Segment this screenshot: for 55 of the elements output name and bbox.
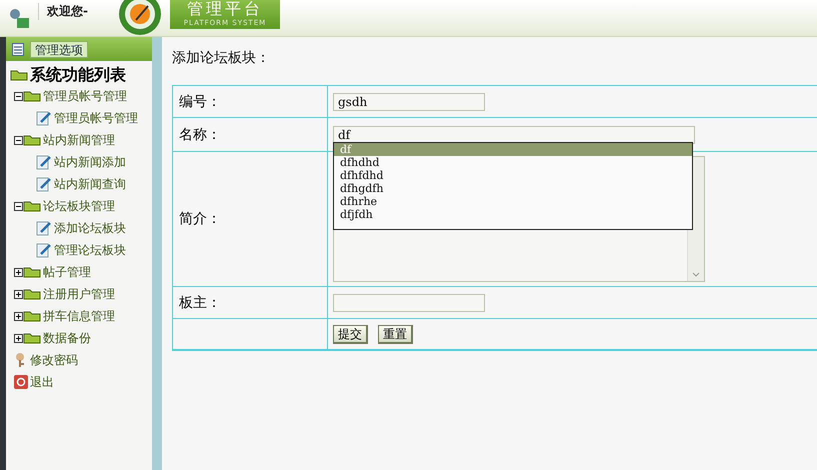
submit-button[interactable]: 提交 (333, 324, 368, 344)
tree-item[interactable]: 管理论坛板块 (54, 242, 126, 258)
collapse-icon[interactable] (14, 136, 23, 144)
tree-item[interactable]: 拼车信息管理 (43, 308, 115, 324)
text-field[interactable] (333, 294, 485, 312)
folder-icon (23, 200, 41, 212)
welcome-text: 欢迎您- (38, 2, 88, 20)
folder-icon (23, 332, 41, 344)
tree-item[interactable]: 站内新闻添加 (54, 154, 126, 170)
field-label: 编号： (179, 92, 221, 110)
expand-icon[interactable] (14, 268, 23, 276)
folder-icon (23, 288, 41, 300)
field-label: 名称： (179, 126, 221, 144)
expand-icon[interactable] (14, 290, 23, 298)
pencil-page-icon (36, 110, 52, 126)
logo-title: 管理平台 (186, 0, 263, 19)
tree-item[interactable]: 退出 (30, 374, 54, 390)
suggestion-item[interactable]: dfhgdfh (334, 182, 692, 195)
reset-button[interactable]: 重置 (378, 324, 413, 344)
tree-title: 系统功能列表 (30, 64, 126, 86)
options-button[interactable]: 管理选项 (30, 40, 88, 58)
expand-icon[interactable] (14, 312, 23, 320)
tree-item[interactable]: 站内新闻查询 (54, 176, 126, 192)
tree-item[interactable]: 修改密码 (30, 352, 78, 368)
text-field[interactable]: gsdh (333, 92, 485, 110)
folder-icon (23, 266, 41, 278)
tree-item[interactable]: 帖子管理 (43, 264, 91, 280)
text-field[interactable]: df (333, 126, 695, 144)
folder-icon (23, 134, 41, 146)
tree-item[interactable]: 管理员帐号管理 (43, 88, 127, 104)
suggestion-item[interactable]: dfhrhe (334, 195, 692, 208)
tree-item[interactable]: 管理员帐号管理 (54, 110, 138, 126)
tree-item[interactable]: 添加论坛板块 (54, 220, 126, 236)
tree-item[interactable]: 站内新闻管理 (43, 132, 115, 148)
tree-item[interactable]: 数据备份 (43, 330, 91, 346)
folder-icon (23, 90, 41, 102)
expand-icon[interactable] (14, 334, 23, 342)
pencil-page-icon (36, 220, 52, 236)
pencil-page-icon (36, 176, 52, 192)
logo-icon (118, 0, 162, 36)
folder-icon (23, 310, 41, 322)
suggestion-item[interactable]: dfhdhd (334, 156, 692, 169)
tree-item[interactable]: 注册用户管理 (43, 286, 115, 302)
power-icon (14, 375, 28, 389)
folder-icon (10, 69, 28, 81)
tree-item[interactable]: 论坛板块管理 (43, 198, 115, 214)
pencil-page-icon (36, 154, 52, 170)
pencil-page-icon (36, 242, 52, 258)
page-title: 添加论坛板块： (172, 49, 271, 68)
field-label: 简介： (179, 210, 221, 228)
collapse-icon[interactable] (14, 202, 23, 210)
field-label: 板主： (179, 294, 221, 312)
suggestion-item[interactable]: dfhfdhd (334, 169, 692, 182)
suggestion-item[interactable]: dfjfdh (334, 208, 692, 221)
collapse-icon[interactable] (14, 92, 23, 100)
